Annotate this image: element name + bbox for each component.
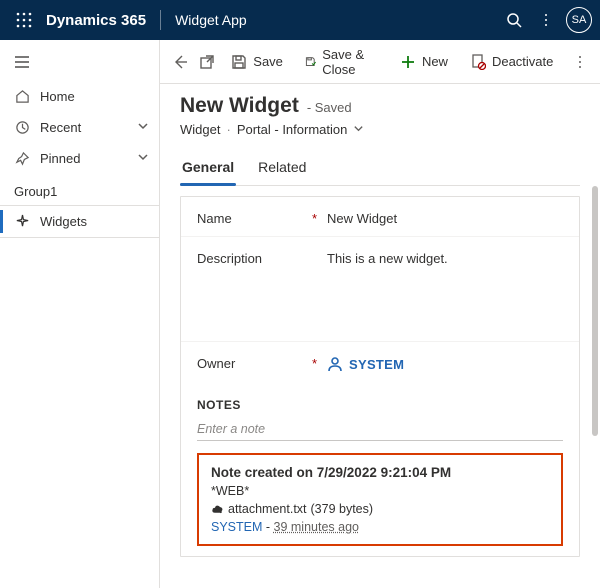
required-indicator: *: [312, 211, 317, 226]
general-section: Name* New Widget Description This is a n…: [180, 196, 580, 557]
clock-icon: [14, 120, 30, 135]
name-field-label: Name*: [197, 211, 327, 226]
app-launcher-icon[interactable]: [8, 4, 40, 36]
widgets-icon: [14, 214, 30, 229]
nav-pinned-label: Pinned: [40, 151, 80, 166]
nav-recent[interactable]: Recent: [0, 112, 159, 143]
record-title: New Widget: [180, 94, 299, 118]
nav-pinned[interactable]: Pinned: [0, 143, 159, 174]
notes-section-title: NOTES: [181, 382, 579, 418]
attachment-size: (379 bytes): [311, 502, 374, 516]
owner-field-value[interactable]: SYSTEM: [327, 356, 563, 372]
note-tag: *WEB*: [211, 484, 549, 498]
nav-home[interactable]: Home: [0, 81, 159, 112]
avatar-initials: SA: [572, 14, 587, 26]
nav-widgets[interactable]: Widgets: [0, 205, 159, 238]
field-row-name: Name* New Widget: [181, 197, 579, 236]
nav-group-label: Group1: [0, 174, 159, 205]
nav-recent-label: Recent: [40, 120, 81, 135]
back-button[interactable]: [168, 45, 193, 79]
note-footer: SYSTEM - 39 minutes ago: [211, 520, 549, 534]
save-button[interactable]: Save: [221, 48, 293, 76]
owner-field-label: Owner*: [197, 356, 327, 372]
brand-divider: [160, 10, 161, 30]
nav-widgets-label: Widgets: [40, 214, 87, 229]
search-icon[interactable]: [498, 4, 530, 36]
tab-related[interactable]: Related: [256, 151, 308, 185]
deactivate-button-label: Deactivate: [492, 54, 553, 69]
collapse-nav-icon[interactable]: [0, 46, 159, 81]
save-button-label: Save: [253, 54, 283, 69]
chevron-down-icon: [137, 151, 149, 166]
global-header: Dynamics 365 Widget App SA: [0, 0, 600, 40]
person-icon: [327, 356, 343, 372]
required-indicator: *: [312, 356, 317, 371]
scrollbar[interactable]: [592, 186, 598, 436]
entity-name: Widget: [180, 122, 220, 137]
form-breadcrumb: Widget · Portal - Information: [180, 122, 580, 137]
product-brand: Dynamics 365: [46, 12, 146, 29]
form-header: New Widget - Saved Widget · Portal - Inf…: [160, 84, 600, 186]
new-button[interactable]: New: [390, 48, 458, 76]
saved-indicator: - Saved: [307, 100, 352, 115]
deactivate-button[interactable]: Deactivate: [460, 48, 563, 76]
chevron-down-icon: [137, 120, 149, 135]
form-name[interactable]: Portal - Information: [237, 122, 348, 137]
attachment-filename: attachment.txt: [228, 502, 307, 516]
cloud-icon: [211, 503, 224, 516]
nav-home-label: Home: [40, 89, 75, 104]
note-author[interactable]: SYSTEM: [211, 520, 262, 534]
tab-general[interactable]: General: [180, 151, 236, 185]
chevron-down-icon[interactable]: [353, 122, 364, 137]
note-relative-time: 39 minutes ago: [274, 520, 359, 534]
open-new-window-icon[interactable]: [195, 45, 220, 79]
home-icon: [14, 89, 30, 104]
command-bar: Save Save & Close New Deactivate: [160, 40, 600, 84]
save-close-button-label: Save & Close: [322, 47, 378, 77]
name-field-value[interactable]: New Widget: [327, 211, 563, 226]
field-row-owner: Owner* SYSTEM: [181, 341, 579, 382]
field-row-description: Description This is a new widget.: [181, 236, 579, 341]
form-body: Name* New Widget Description This is a n…: [160, 186, 600, 588]
form-tabs: General Related: [180, 151, 580, 186]
app-name: Widget App: [175, 12, 247, 28]
note-title: Note created on 7/29/2022 9:21:04 PM: [211, 465, 549, 480]
note-attachment[interactable]: attachment.txt (379 bytes): [211, 502, 549, 516]
description-field-label: Description: [197, 251, 327, 331]
note-card: Note created on 7/29/2022 9:21:04 PM *WE…: [197, 453, 563, 546]
description-field-value[interactable]: This is a new widget.: [327, 251, 563, 331]
user-avatar[interactable]: SA: [566, 7, 592, 33]
note-input[interactable]: Enter a note: [197, 418, 563, 441]
command-overflow-icon[interactable]: [567, 45, 592, 79]
site-map: Home Recent Pinned Group1 Widgets: [0, 40, 160, 588]
more-vertical-icon[interactable]: [530, 4, 562, 36]
save-close-button[interactable]: Save & Close: [295, 41, 388, 83]
pin-icon: [14, 151, 30, 166]
new-button-label: New: [422, 54, 448, 69]
form-page: Save Save & Close New Deactivate New Wi: [160, 40, 600, 588]
